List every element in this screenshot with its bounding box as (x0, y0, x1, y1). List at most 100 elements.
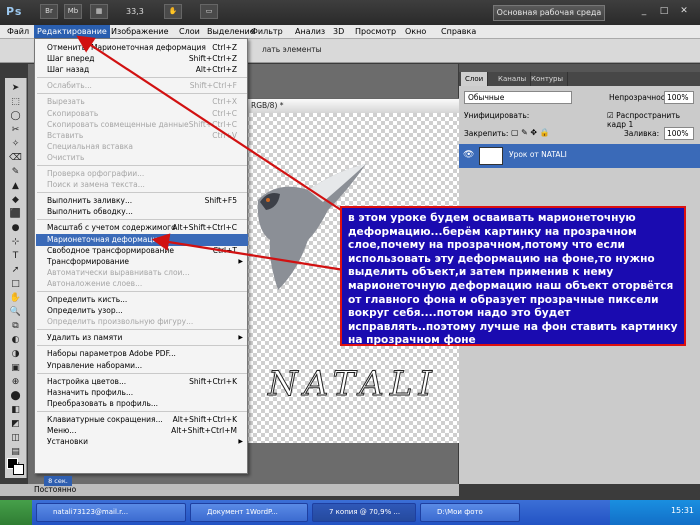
tool-icon-3[interactable]: ✂ (8, 124, 23, 137)
menu-5[interactable]: Фильтр (248, 25, 286, 39)
start-button[interactable] (0, 500, 32, 525)
panel-tab-1[interactable]: Каналы (494, 72, 532, 86)
tool-icon-19[interactable]: ◑ (8, 348, 23, 361)
natali-watermark: NATALI (268, 364, 438, 405)
edit-menu-item[interactable]: Шаг назад Alt+Ctrl+Z (47, 64, 247, 76)
menu-10[interactable]: Справка (438, 25, 479, 39)
tool-icon-7[interactable]: ▲ (8, 180, 23, 193)
menu-9[interactable]: Окно (402, 25, 429, 39)
background-color-swatch[interactable] (13, 464, 24, 475)
menu-separator (37, 372, 247, 374)
panel-tabs: Слои Каналы Контуры (459, 72, 700, 86)
tool-icon-12[interactable]: T (8, 250, 23, 263)
tool-icon-18[interactable]: ◐ (8, 334, 23, 347)
tool-icon-16[interactable]: 🔍 (8, 306, 23, 319)
taskbar-task[interactable]: natali73123@mail.r... (36, 503, 186, 522)
menu-item-shortcut: Alt+Ctrl+Z (195, 65, 237, 75)
edit-menu-item[interactable]: Управление наборами... (47, 360, 247, 372)
opacity-input[interactable]: 100% (664, 91, 694, 104)
tool-icon-14[interactable]: □ (8, 278, 23, 291)
menu-item-label: Меню... (47, 426, 77, 435)
edit-menu-item[interactable]: Преобразовать в профиль... (47, 398, 247, 410)
tool-icon-9[interactable]: ⬛ (8, 208, 23, 221)
bridge-button[interactable]: Br (40, 4, 58, 19)
edit-menu-item[interactable]: Удалить из памяти ▶ (47, 332, 247, 344)
tool-icon-5[interactable]: ⌫ (8, 152, 23, 165)
lock-label: Закрепить: (464, 129, 509, 138)
taskbar-task[interactable]: Документ 1WordP... (190, 503, 308, 522)
tool-icon-15[interactable]: ✋ (8, 292, 23, 305)
layer-thumbnail[interactable] (479, 147, 503, 165)
tool-icon-4[interactable]: ✧ (8, 138, 23, 151)
tool-icon-24[interactable]: ◩ (8, 418, 23, 431)
hand-tool-icon[interactable]: ✋ (164, 4, 182, 19)
panel-tab-2[interactable]: Контуры (527, 72, 569, 86)
edit-menu-item: Очистить (47, 152, 247, 164)
zoom-level[interactable]: 33,3 (126, 7, 144, 16)
tool-icon-10[interactable]: ● (8, 222, 23, 235)
status-text: Постоянно (34, 485, 77, 494)
menu-6[interactable]: Анализ (292, 25, 328, 39)
edit-menu-item: Поиск и замена текста... (47, 179, 247, 191)
photoshop-logo: Ps (6, 5, 23, 18)
view-extras-icon[interactable]: ▦ (90, 4, 108, 19)
menu-item-label: Поиск и замена текста... (47, 180, 145, 190)
menu-item-label: Преобразовать в профиль... (47, 398, 159, 408)
menu-item-label: Выполнить заливку... (47, 196, 133, 206)
blend-mode-select[interactable]: Обычные (464, 91, 572, 104)
mini-bridge-button[interactable]: Mb (64, 4, 82, 19)
layer-row[interactable]: 👁 Урок от NATALI (459, 144, 700, 168)
panel-tab-0[interactable]: Слои (461, 72, 489, 86)
taskbar-task[interactable]: 7 копия @ 70,9% ... (312, 503, 416, 522)
menu-7[interactable]: 3D (330, 25, 347, 39)
menu-item-label: Шаг вперед (47, 54, 95, 64)
eye-icon[interactable]: 👁 (463, 150, 474, 160)
menu-separator (37, 77, 247, 79)
windows-taskbar: 15:31 natali73123@mail.r... Документ 1Wor… (0, 500, 700, 525)
lock-icon[interactable]: ▢ ✎ ✥ 🔒 (511, 128, 550, 137)
tool-icon-21[interactable]: ⊕ (8, 376, 23, 389)
close-icon[interactable]: ✕ (676, 4, 692, 18)
tool-icon-25[interactable]: ◫ (8, 432, 23, 445)
tool-icon-13[interactable]: ➚ (8, 264, 23, 277)
menu-item-label: Специальная вставка (47, 141, 133, 151)
taskbar-task[interactable]: D:\Мои фото (420, 503, 520, 522)
workspace-button[interactable]: Основная рабочая среда (493, 5, 605, 21)
maximize-icon[interactable]: □ (656, 4, 672, 18)
menu-item-label: Шаг назад (47, 65, 90, 75)
menu-item-label: Отменить: Марионеточная деформация (47, 43, 206, 52)
edit-menu-item[interactable]: Установки ▶ (47, 436, 247, 448)
fill-input[interactable]: 100% (664, 127, 694, 140)
menu-item-label: Марионеточная деформация (47, 234, 162, 244)
menu-item-label: Выполнить обводку... (47, 207, 133, 217)
menu-bar: Файл Редактирование Изображение Слои Выделен… (0, 25, 700, 39)
tool-icon-23[interactable]: ◧ (8, 404, 23, 417)
document-tab[interactable]: I, RGB/8) * (241, 99, 461, 113)
tool-icon-20[interactable]: ▣ (8, 362, 23, 375)
menu-8[interactable]: Просмотр (352, 25, 399, 39)
tool-icon-8[interactable]: ◆ (8, 194, 23, 207)
tool-icon-22[interactable]: ⬤ (8, 390, 23, 403)
layer-name[interactable]: Урок от NATALI (509, 150, 567, 159)
tool-icon-17[interactable]: ⧉ (8, 320, 23, 333)
menu-3[interactable]: Слои (176, 25, 203, 39)
tool-icon-11[interactable]: ⊹ (8, 236, 23, 249)
edit-menu-item[interactable]: Выполнить обводку... (47, 206, 247, 218)
tool-icon-6[interactable]: ✎ (8, 166, 23, 179)
menu-0[interactable]: Файл (4, 25, 32, 39)
menu-2[interactable]: Изображение (108, 25, 172, 39)
timeline-label: 8 сек. (44, 476, 72, 486)
edit-menu-item: Ослабить... Shift+Ctrl+F (47, 80, 247, 92)
arrange-documents-icon[interactable]: ▭ (200, 4, 218, 19)
tool-icon-2[interactable]: ◯ (8, 110, 23, 123)
menu-item-label: Определить узор... (47, 306, 123, 316)
menu-item-label: Автоматически выравнивать слои... (47, 267, 190, 277)
tool-icon-0[interactable]: ➤ (8, 82, 23, 95)
menu-item-label: Назначить профиль... (47, 387, 134, 397)
options-label: лать элементы (262, 45, 322, 54)
menu-1[interactable]: Редактирование (34, 25, 110, 39)
system-tray: 15:31 (610, 500, 700, 525)
tool-icon-1[interactable]: ⬚ (8, 96, 23, 109)
app-title-bar: Ps Br Mb ▦ 33,3 ✋ ▭ Основная рабочая сре… (0, 0, 700, 25)
minimize-icon[interactable]: _ (636, 4, 652, 18)
